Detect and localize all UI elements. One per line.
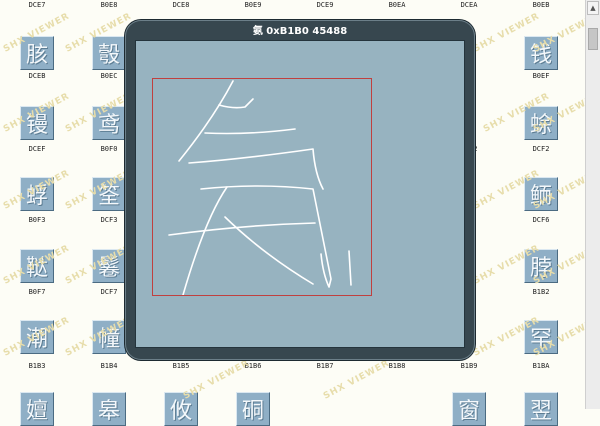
- char-tile[interactable]: 窗: [452, 392, 486, 426]
- large-glyph-drawing: [168, 80, 352, 295]
- scroll-up-arrow-icon[interactable]: ▲: [587, 1, 599, 15]
- code-label: DCEF: [28, 145, 46, 153]
- char-tile[interactable]: 皋: [92, 392, 126, 426]
- vertical-scrollbar[interactable]: ▲: [585, 0, 600, 409]
- code-label: B1B7: [316, 362, 334, 370]
- char-tile[interactable]: 翌: [524, 392, 558, 426]
- char-tile[interactable]: 嬗: [20, 392, 54, 426]
- code-label: DCF6: [532, 216, 550, 224]
- code-label: B0EA: [388, 1, 406, 9]
- code-label: B0E9: [244, 1, 262, 9]
- code-label: DCEB: [28, 72, 46, 80]
- viewer-canvas: [135, 40, 465, 348]
- code-label: DCE8: [172, 1, 190, 9]
- code-label: DCF2: [532, 145, 550, 153]
- code-label: B1B5: [172, 362, 190, 370]
- code-label: B1BA: [532, 362, 550, 370]
- code-label: B0F7: [28, 288, 46, 296]
- glyph-viewer-dialog: 氨 0xB1B0 45488: [125, 20, 475, 360]
- code-label: B1B9: [460, 362, 478, 370]
- code-label: B1B3: [28, 362, 46, 370]
- code-label: DCEA: [460, 1, 478, 9]
- code-label: B0E8: [100, 1, 118, 9]
- char-tile[interactable]: 彀: [92, 36, 126, 70]
- code-label: B0EB: [532, 1, 550, 9]
- code-label: DCE9: [316, 1, 334, 9]
- scrollbar-thumb[interactable]: [588, 28, 598, 50]
- glyph-bounding-frame: [152, 78, 372, 296]
- code-label: DCE7: [28, 1, 46, 9]
- code-label: B0EF: [532, 72, 550, 80]
- char-tile[interactable]: 硐: [236, 392, 270, 426]
- viewer-title: 氨 0xB1B0 45488: [252, 26, 348, 37]
- code-label: B1B2: [532, 288, 550, 296]
- code-label: B1B4: [100, 362, 118, 370]
- code-label: B0F3: [28, 216, 46, 224]
